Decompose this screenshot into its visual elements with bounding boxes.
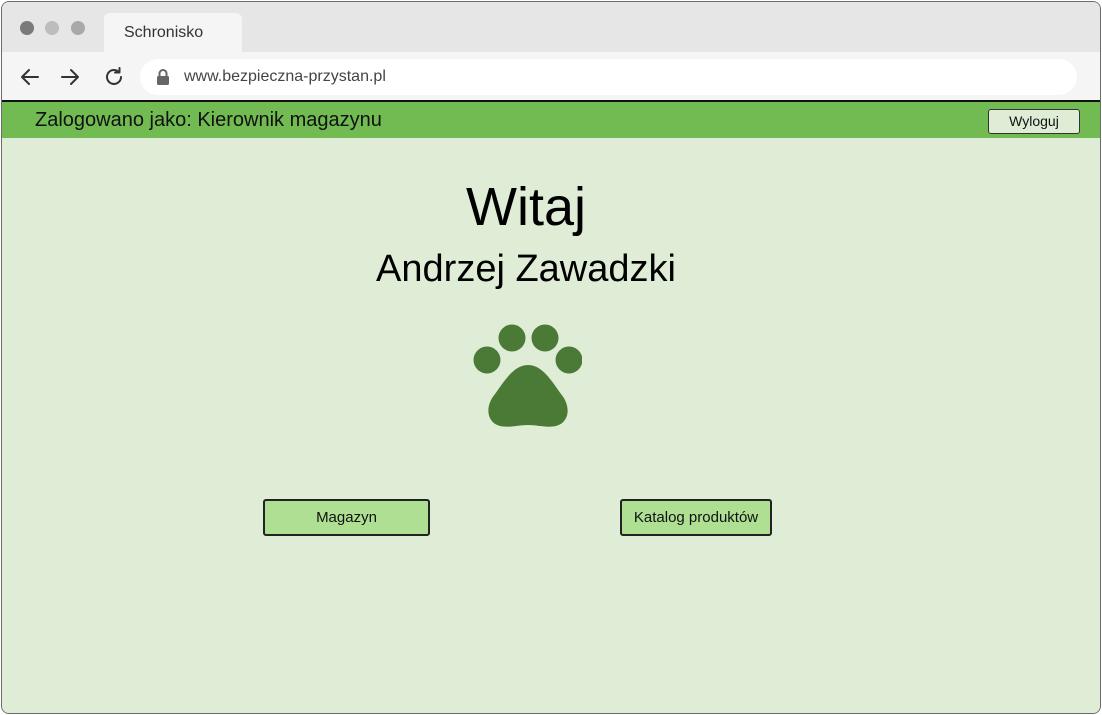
- warehouse-button[interactable]: Magazyn: [263, 499, 430, 536]
- product-catalog-button[interactable]: Katalog produktów: [620, 499, 772, 536]
- browser-toolbar: www.bezpieczna-przystan.pl: [2, 52, 1100, 100]
- reload-icon[interactable]: [102, 65, 126, 89]
- tab-title: Schronisko: [124, 24, 204, 41]
- welcome-heading: Witaj: [466, 177, 586, 237]
- url-text: www.bezpieczna-przystan.pl: [184, 68, 386, 85]
- back-arrow-icon[interactable]: [18, 65, 42, 89]
- forward-arrow-icon[interactable]: [58, 65, 82, 89]
- window-maximize-dot[interactable]: [71, 21, 85, 35]
- logged-in-label: Zalogowano jako: Kierownik magazynu: [35, 109, 382, 131]
- logout-button[interactable]: Wyloguj: [988, 109, 1080, 134]
- lock-icon: [156, 68, 170, 86]
- user-name: Andrzej Zawadzki: [376, 248, 676, 290]
- main-content: Witaj Andrzej Zawadzki Magazyn Katalog p…: [2, 138, 1100, 713]
- browser-window: Schronisko www.bezpieczna-przystan.pl Za…: [1, 1, 1101, 714]
- paw-icon: [472, 324, 583, 428]
- browser-tab[interactable]: Schronisko: [104, 13, 242, 52]
- address-bar[interactable]: www.bezpieczna-przystan.pl: [140, 59, 1077, 95]
- logged-in-bar: Zalogowano jako: Kierownik magazynu Wylo…: [2, 100, 1100, 140]
- window-minimize-dot[interactable]: [45, 21, 59, 35]
- window-close-dot[interactable]: [20, 21, 34, 35]
- tab-bar: Schronisko: [2, 2, 1100, 52]
